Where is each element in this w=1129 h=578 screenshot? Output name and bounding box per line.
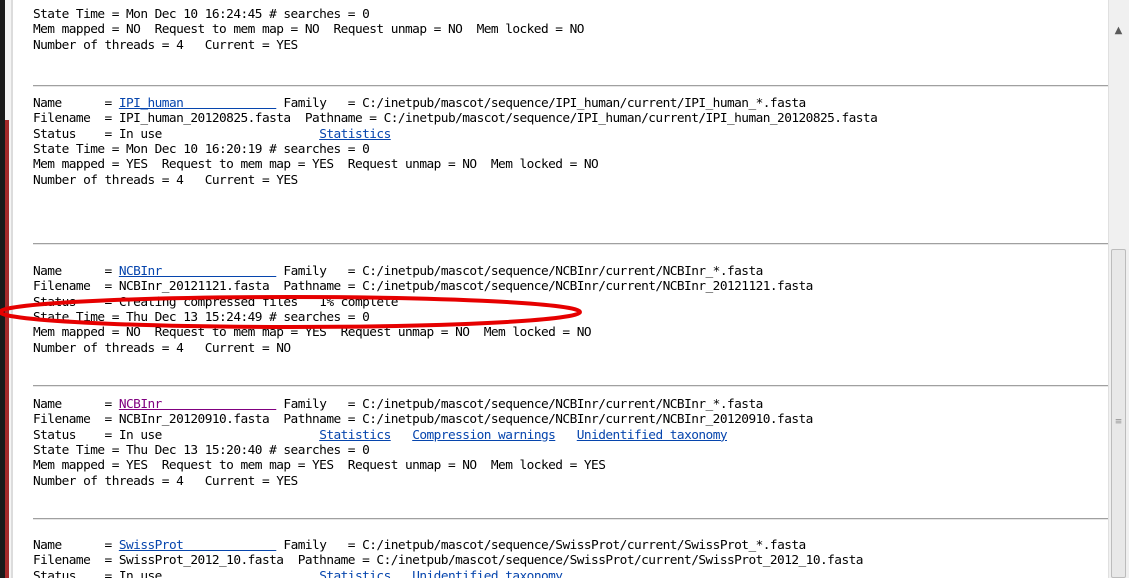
top-line: Mem mapped = NO Request to mem map = NO … xyxy=(33,22,584,37)
ipi-human-line: Number of threads = 4 Current = YES xyxy=(33,173,298,188)
browser-frame: State Time = Mon Dec 10 16:24:45 # searc… xyxy=(0,0,1129,578)
record-separator xyxy=(33,385,1108,387)
link-statistics[interactable]: Statistics xyxy=(319,127,391,142)
grip-icon: ≡ xyxy=(1114,417,1123,427)
text-segment: Mem mapped = YES Request to mem map = YE… xyxy=(33,458,606,474)
text-segment: Number of threads = 4 Current = YES xyxy=(33,37,298,53)
text-segment: Number of threads = 4 Current = YES xyxy=(33,172,298,188)
ipi-human-line: Status = In use Statistics xyxy=(33,127,391,142)
text-segment: Status = In use xyxy=(33,427,320,443)
link-unidentified-taxonomy[interactable]: Unidentified taxonomy xyxy=(577,428,728,443)
text-segment: Name = xyxy=(33,538,119,553)
swissprot-line: Status = In use Statistics Unidentified … xyxy=(33,568,563,578)
ipi-human-line: Mem mapped = YES Request to mem map = YE… xyxy=(33,157,599,173)
text-segment: Name = xyxy=(33,96,119,111)
link-statistics[interactable]: Statistics xyxy=(319,569,391,578)
ncbinr-current-line: State Time = Thu Dec 13 15:20:40 # searc… xyxy=(33,442,370,458)
link-ncbinr[interactable]: NCBInr xyxy=(119,397,276,412)
swissprot-line: Filename = SwissProt_2012_10.fasta Pathn… xyxy=(33,553,863,568)
text-segment: Filename = NCBInr_20120910.fasta Pathnam… xyxy=(33,412,813,428)
ncbinr-current-line: Number of threads = 4 Current = YES xyxy=(33,474,298,489)
text-segment: Family = C:/inetpub/mascot/sequence/Swis… xyxy=(276,538,806,553)
ncbinr-new-line: Name = NCBInr Family = C:/inetpub/mascot… xyxy=(33,264,763,279)
ncbinr-current-line: Mem mapped = YES Request to mem map = YE… xyxy=(33,458,606,474)
text-segment: Family = C:/inetpub/mascot/sequence/NCBI… xyxy=(276,264,763,279)
text-segment: Family = C:/inetpub/mascot/sequence/NCBI… xyxy=(276,397,763,412)
ipi-human-line: Name = IPI_human Family = C:/inetpub/mas… xyxy=(33,96,806,111)
text-segment xyxy=(555,428,576,443)
text-segment: Status = In use xyxy=(33,568,320,578)
text-segment: Family = C:/inetpub/mascot/sequence/IPI_… xyxy=(276,96,806,111)
record-separator xyxy=(33,518,1108,520)
text-segment xyxy=(391,569,412,578)
scrollbar-thumb[interactable] xyxy=(1111,249,1126,578)
left-panel-stripe xyxy=(5,120,9,578)
text-segment: State Time = Thu Dec 13 15:20:40 # searc… xyxy=(33,442,370,458)
link-compression-warnings[interactable]: Compression warnings xyxy=(412,428,556,443)
link-swissprot[interactable]: SwissProt xyxy=(119,538,276,553)
link-unidentified-taxonomy[interactable]: Unidentified taxonomy xyxy=(412,569,563,578)
swissprot-line: Name = SwissProt Family = C:/inetpub/mas… xyxy=(33,538,806,553)
text-segment: Filename = IPI_human_20120825.fasta Path… xyxy=(33,111,878,127)
text-segment: State Time = Mon Dec 10 16:24:45 # searc… xyxy=(33,7,370,22)
red-ellipse-annotation xyxy=(0,295,582,329)
link-ipi-human[interactable]: IPI_human xyxy=(119,96,276,111)
database-status-list: State Time = Mon Dec 10 16:24:45 # searc… xyxy=(13,0,1108,578)
link-ncbinr[interactable]: NCBInr xyxy=(119,264,276,279)
ipi-human-line: State Time = Mon Dec 10 16:20:19 # searc… xyxy=(33,141,370,157)
top-line: State Time = Mon Dec 10 16:24:45 # searc… xyxy=(33,7,370,22)
link-statistics[interactable]: Statistics xyxy=(319,428,391,443)
ncbinr-current-line: Filename = NCBInr_20120910.fasta Pathnam… xyxy=(33,412,813,427)
ipi-human-line: Filename = IPI_human_20120825.fasta Path… xyxy=(33,111,878,127)
text-segment: Mem mapped = YES Request to mem map = YE… xyxy=(33,157,599,173)
scroll-up-arrow-icon[interactable]: ▲ xyxy=(1108,22,1129,40)
text-segment: Name = xyxy=(33,264,119,279)
text-segment: Mem mapped = NO Request to mem map = NO … xyxy=(33,22,584,38)
text-segment xyxy=(391,428,412,443)
ncbinr-current-line: Status = In use Statistics Compression w… xyxy=(33,427,728,443)
text-segment: State Time = Mon Dec 10 16:20:19 # searc… xyxy=(33,141,370,157)
text-segment: Name = xyxy=(33,397,119,412)
text-segment: Number of threads = 4 Current = NO xyxy=(33,340,291,356)
text-segment: Status = In use xyxy=(33,126,320,142)
top-line: Number of threads = 4 Current = YES xyxy=(33,38,298,53)
text-segment: Filename = SwissProt_2012_10.fasta Pathn… xyxy=(33,553,863,569)
ncbinr-current-line: Name = NCBInr Family = C:/inetpub/mascot… xyxy=(33,397,763,412)
record-separator xyxy=(33,243,1108,245)
record-separator xyxy=(33,85,1108,87)
text-segment: Number of threads = 4 Current = YES xyxy=(33,473,298,489)
ncbinr-new-line: Number of threads = 4 Current = NO xyxy=(33,341,291,356)
